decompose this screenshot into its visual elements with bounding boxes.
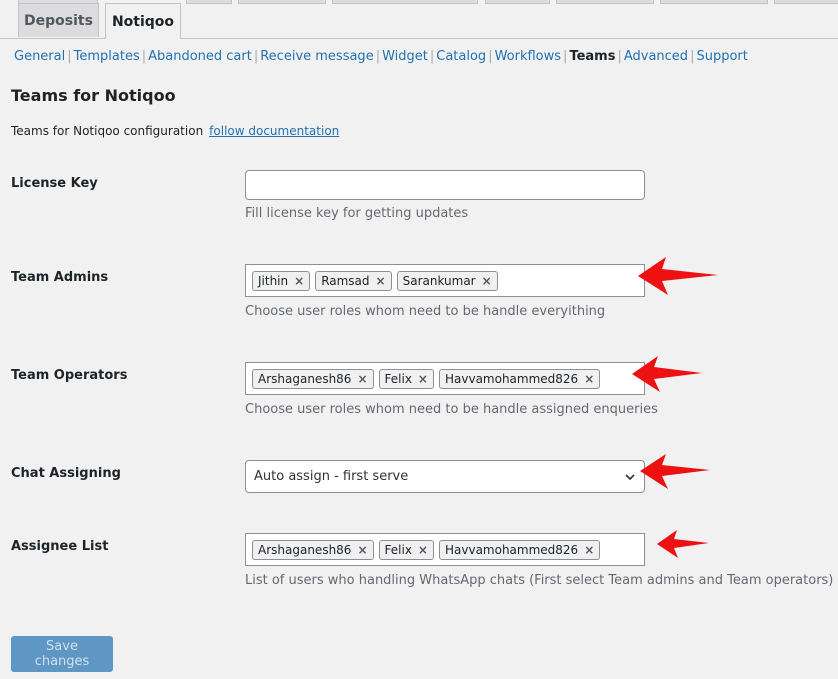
tag-chip: Arshaganesh86 ×	[252, 368, 374, 389]
subnav-general[interactable]: General	[14, 49, 65, 64]
tab-stub	[774, 0, 838, 4]
remove-tag-icon[interactable]: ×	[376, 274, 386, 288]
red-arrow-icon	[632, 356, 702, 392]
subnav-teams[interactable]: Teams	[569, 49, 615, 64]
tag-label: Felix	[384, 371, 412, 386]
remove-tag-icon[interactable]: ×	[418, 543, 428, 557]
tab-stub	[556, 0, 654, 4]
license-key-input[interactable]	[245, 170, 645, 200]
subnav-support[interactable]: Support	[696, 49, 747, 64]
save-changes-button[interactable]: Save changes	[11, 636, 113, 672]
page-description: Teams for Notiqoo configuration follow do…	[11, 124, 339, 138]
tag-label: Arshaganesh86	[258, 542, 352, 557]
subnav-advanced[interactable]: Advanced	[624, 49, 688, 64]
nav-tab-wrapper: Deposits Notiqoo	[0, 0, 838, 39]
red-arrow-icon	[657, 530, 709, 558]
tab-stub	[238, 0, 326, 4]
tag-label: Felix	[384, 542, 412, 557]
tag-label: Havvamohammed826	[444, 371, 579, 386]
remove-tag-icon[interactable]: ×	[294, 274, 304, 288]
tag-label: Havvamohammed826	[444, 542, 579, 557]
subnav-receive-message[interactable]: Receive message	[260, 49, 373, 64]
team-operators-help: Choose user roles whom need to be handle…	[245, 402, 658, 417]
remove-tag-icon[interactable]: ×	[357, 372, 367, 386]
assignee-list-help: List of users who handling WhatsApp chat…	[245, 573, 834, 588]
documentation-link[interactable]: follow documentation	[209, 124, 339, 138]
tag-chip: Arshaganesh86 ×	[252, 539, 374, 560]
red-arrow-icon	[638, 257, 718, 295]
tab-notiqoo[interactable]: Notiqoo	[105, 3, 181, 39]
tag-label: Sarankumar	[402, 273, 476, 288]
team-operators-select[interactable]: Arshaganesh86 × Felix × Havvamohammed826 ×	[245, 362, 645, 395]
tag-chip: Felix ×	[378, 539, 434, 560]
tag-chip: Havvamohammed826 ×	[438, 368, 601, 389]
tag-label: Ramsad	[321, 273, 370, 288]
subnav-catalog[interactable]: Catalog	[436, 49, 486, 64]
tab-stub	[186, 0, 232, 4]
tag-chip: Sarankumar ×	[396, 270, 498, 291]
remove-tag-icon[interactable]: ×	[584, 543, 594, 557]
tab-stub	[485, 0, 550, 4]
red-arrow-icon	[640, 454, 710, 489]
team-admins-label: Team Admins	[11, 270, 109, 285]
remove-tag-icon[interactable]: ×	[584, 372, 594, 386]
tag-chip: Havvamohammed826 ×	[438, 539, 601, 560]
subnav-abandoned-cart[interactable]: Abandoned cart	[148, 49, 252, 64]
tag-label: Jithin	[258, 273, 289, 288]
tag-label: Arshaganesh86	[258, 371, 352, 386]
remove-tag-icon[interactable]: ×	[357, 543, 367, 557]
tag-chip: Felix ×	[378, 368, 434, 389]
remove-tag-icon[interactable]: ×	[418, 372, 428, 386]
assignee-list-select[interactable]: Arshaganesh86 × Felix × Havvamohammed826 ×	[245, 533, 645, 566]
tag-chip: Jithin ×	[252, 270, 311, 291]
tab-stub	[332, 0, 478, 4]
tab-deposits[interactable]: Deposits	[18, 3, 99, 37]
license-key-help: Fill license key for getting updates	[245, 206, 469, 221]
page-title: Teams for Notiqoo	[11, 86, 176, 105]
team-admins-help: Choose user roles whom need to be handle…	[245, 304, 606, 319]
tab-stub	[660, 0, 768, 4]
description-text: Teams for Notiqoo configuration	[11, 124, 204, 138]
license-key-label: License Key	[11, 176, 98, 191]
team-admins-select[interactable]: Jithin × Ramsad × Sarankumar ×	[245, 264, 645, 297]
team-operators-label: Team Operators	[11, 368, 128, 383]
subnav-templates[interactable]: Templates	[74, 49, 140, 64]
tag-chip: Ramsad ×	[315, 270, 392, 291]
assignee-list-label: Assignee List	[11, 539, 109, 554]
chat-assigning-select[interactable]: Auto assign - first serve	[245, 460, 645, 493]
selected-option: Auto assign - first serve	[254, 469, 409, 484]
chevron-down-icon	[625, 473, 635, 480]
remove-tag-icon[interactable]: ×	[482, 274, 492, 288]
subnav-workflows[interactable]: Workflows	[495, 49, 561, 64]
chat-assigning-label: Chat Assigning	[11, 466, 121, 481]
subnav-widget[interactable]: Widget	[382, 49, 428, 64]
subsubsub-nav: General | Templates | Abandoned cart | Receive…	[14, 49, 748, 64]
